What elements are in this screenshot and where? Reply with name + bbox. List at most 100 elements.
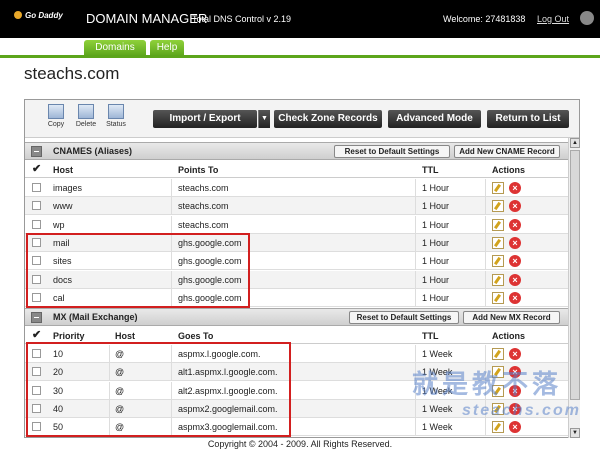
column-divider — [485, 345, 486, 362]
delete-icon[interactable]: × — [509, 291, 521, 304]
mx-ttl: 1 Week — [422, 403, 453, 414]
delete-icon — [78, 104, 94, 119]
column-divider — [415, 345, 416, 362]
edit-icon[interactable] — [492, 236, 504, 249]
godaddy-logo[interactable]: Go Daddy — [14, 11, 63, 20]
check-zone-records-button[interactable]: Check Zone Records — [274, 110, 382, 128]
column-divider — [171, 179, 172, 196]
cname-ttl: 1 Hour — [422, 219, 450, 230]
delete-icon[interactable]: × — [509, 421, 521, 434]
advanced-mode-button[interactable]: Advanced Mode — [388, 110, 481, 128]
cname-ttl: 1 Hour — [422, 201, 450, 212]
status-button[interactable]: Status — [103, 104, 129, 128]
delete-icon[interactable]: × — [509, 255, 521, 268]
return-to-list-button[interactable]: Return to List — [487, 110, 569, 128]
column-divider — [485, 197, 486, 215]
select-all-check-icon[interactable]: ✔ — [32, 328, 41, 341]
delete-button[interactable]: Delete — [73, 104, 99, 128]
copy-button[interactable]: Copy — [43, 104, 69, 128]
delete-icon[interactable]: × — [509, 273, 521, 286]
edit-icon[interactable] — [492, 218, 504, 231]
delete-icon[interactable]: × — [509, 218, 521, 231]
cname-points-to: steachs.com — [178, 219, 229, 230]
cname-points-to: steachs.com — [178, 201, 229, 212]
cname-add-button[interactable]: Add New CNAME Record — [454, 145, 560, 158]
mx-section-title: MX (Mail Exchange) — [53, 312, 138, 322]
cname-column-header: ✔ Host Points To TTL Actions — [25, 161, 568, 178]
row-checkbox[interactable] — [32, 183, 41, 192]
edit-icon[interactable] — [492, 291, 504, 304]
import-export-button[interactable]: Import / Export — [153, 110, 257, 128]
select-all-check-icon[interactable]: ✔ — [32, 162, 41, 175]
tab-underline — [0, 55, 600, 58]
watermark-text: 就是教不落 — [412, 369, 563, 399]
cname-ttl: 1 Hour — [422, 237, 450, 248]
delete-icon[interactable]: × — [509, 348, 521, 360]
cname-points-to: steachs.com — [178, 183, 229, 193]
app-title: DOMAIN MANAGER — [86, 11, 208, 26]
page-title: steachs.com — [24, 64, 120, 83]
cname-section-title: CNAMES (Aliases) — [53, 146, 133, 156]
toolbar: Copy Delete Status Import / Export ▼ Che… — [25, 100, 579, 138]
tab-domains[interactable]: Domains — [84, 40, 146, 56]
tab-help[interactable]: Help — [150, 40, 184, 56]
scroll-thumb[interactable] — [570, 150, 580, 400]
logout-link[interactable]: Log Out — [537, 14, 569, 24]
scroll-up-icon[interactable]: ▲ — [570, 138, 580, 148]
import-export-dropdown-icon[interactable]: ▼ — [258, 110, 270, 128]
logout-icon[interactable] — [580, 11, 594, 25]
column-divider — [485, 215, 486, 233]
delete-icon[interactable]: × — [509, 182, 521, 194]
row-checkbox[interactable] — [32, 219, 41, 229]
scroll-down-icon[interactable]: ▼ — [570, 428, 580, 438]
column-divider — [485, 179, 486, 196]
delete-icon[interactable]: × — [509, 236, 521, 249]
column-divider — [171, 215, 172, 233]
table-row: www steachs.com 1 Hour × — [25, 197, 568, 216]
collapse-icon[interactable] — [31, 312, 42, 323]
collapse-icon[interactable] — [31, 146, 42, 157]
cname-ttl: 1 Hour — [422, 256, 450, 267]
column-divider — [485, 270, 486, 288]
column-divider — [415, 197, 416, 215]
column-divider — [415, 418, 416, 436]
edit-icon[interactable] — [492, 200, 504, 213]
edit-icon[interactable] — [492, 348, 504, 360]
mx-ttl: 1 Week — [422, 422, 453, 433]
column-divider — [485, 288, 486, 306]
row-checkbox[interactable] — [32, 201, 41, 211]
cname-ttl: 1 Hour — [422, 292, 450, 303]
status-icon — [108, 104, 124, 119]
mx-reset-button[interactable]: Reset to Default Settings — [349, 311, 459, 324]
cname-reset-button[interactable]: Reset to Default Settings — [334, 145, 450, 158]
welcome-text: Welcome: 27481838 — [443, 14, 526, 24]
column-divider — [415, 179, 416, 196]
mx-add-button[interactable]: Add New MX Record — [463, 311, 560, 324]
footer-copyright: Copyright © 2004 - 2009. All Rights Rese… — [207, 439, 393, 449]
column-divider — [415, 270, 416, 288]
delete-icon[interactable]: × — [509, 200, 521, 213]
column-divider — [171, 197, 172, 215]
top-bar: Go Daddy DOMAIN MANAGER Total DNS Contro… — [0, 0, 600, 38]
app-subtitle: Total DNS Control v 2.19 — [192, 14, 292, 24]
edit-icon[interactable] — [492, 273, 504, 286]
table-row: images steachs.com 1 Hour × — [25, 179, 568, 197]
column-divider — [415, 252, 416, 270]
cname-host: wp — [53, 219, 65, 230]
cname-host: www — [53, 201, 73, 212]
column-divider — [485, 418, 486, 436]
column-divider — [485, 252, 486, 270]
column-divider — [485, 233, 486, 251]
watermark-url: steachs.com — [462, 402, 581, 419]
edit-icon[interactable] — [492, 182, 504, 194]
mx-ttl: 1 Week — [422, 349, 453, 359]
edit-icon[interactable] — [492, 421, 504, 434]
cname-ttl: 1 Hour — [422, 274, 450, 285]
column-divider — [415, 288, 416, 306]
cname-host: images — [53, 183, 83, 193]
column-divider — [415, 399, 416, 417]
vertical-scrollbar[interactable]: ▲ ▼ — [568, 138, 580, 438]
mx-section-header: MX (Mail Exchange) Reset to Default Sett… — [25, 308, 568, 326]
table-row: wp steachs.com 1 Hour × — [25, 215, 568, 234]
edit-icon[interactable] — [492, 255, 504, 268]
